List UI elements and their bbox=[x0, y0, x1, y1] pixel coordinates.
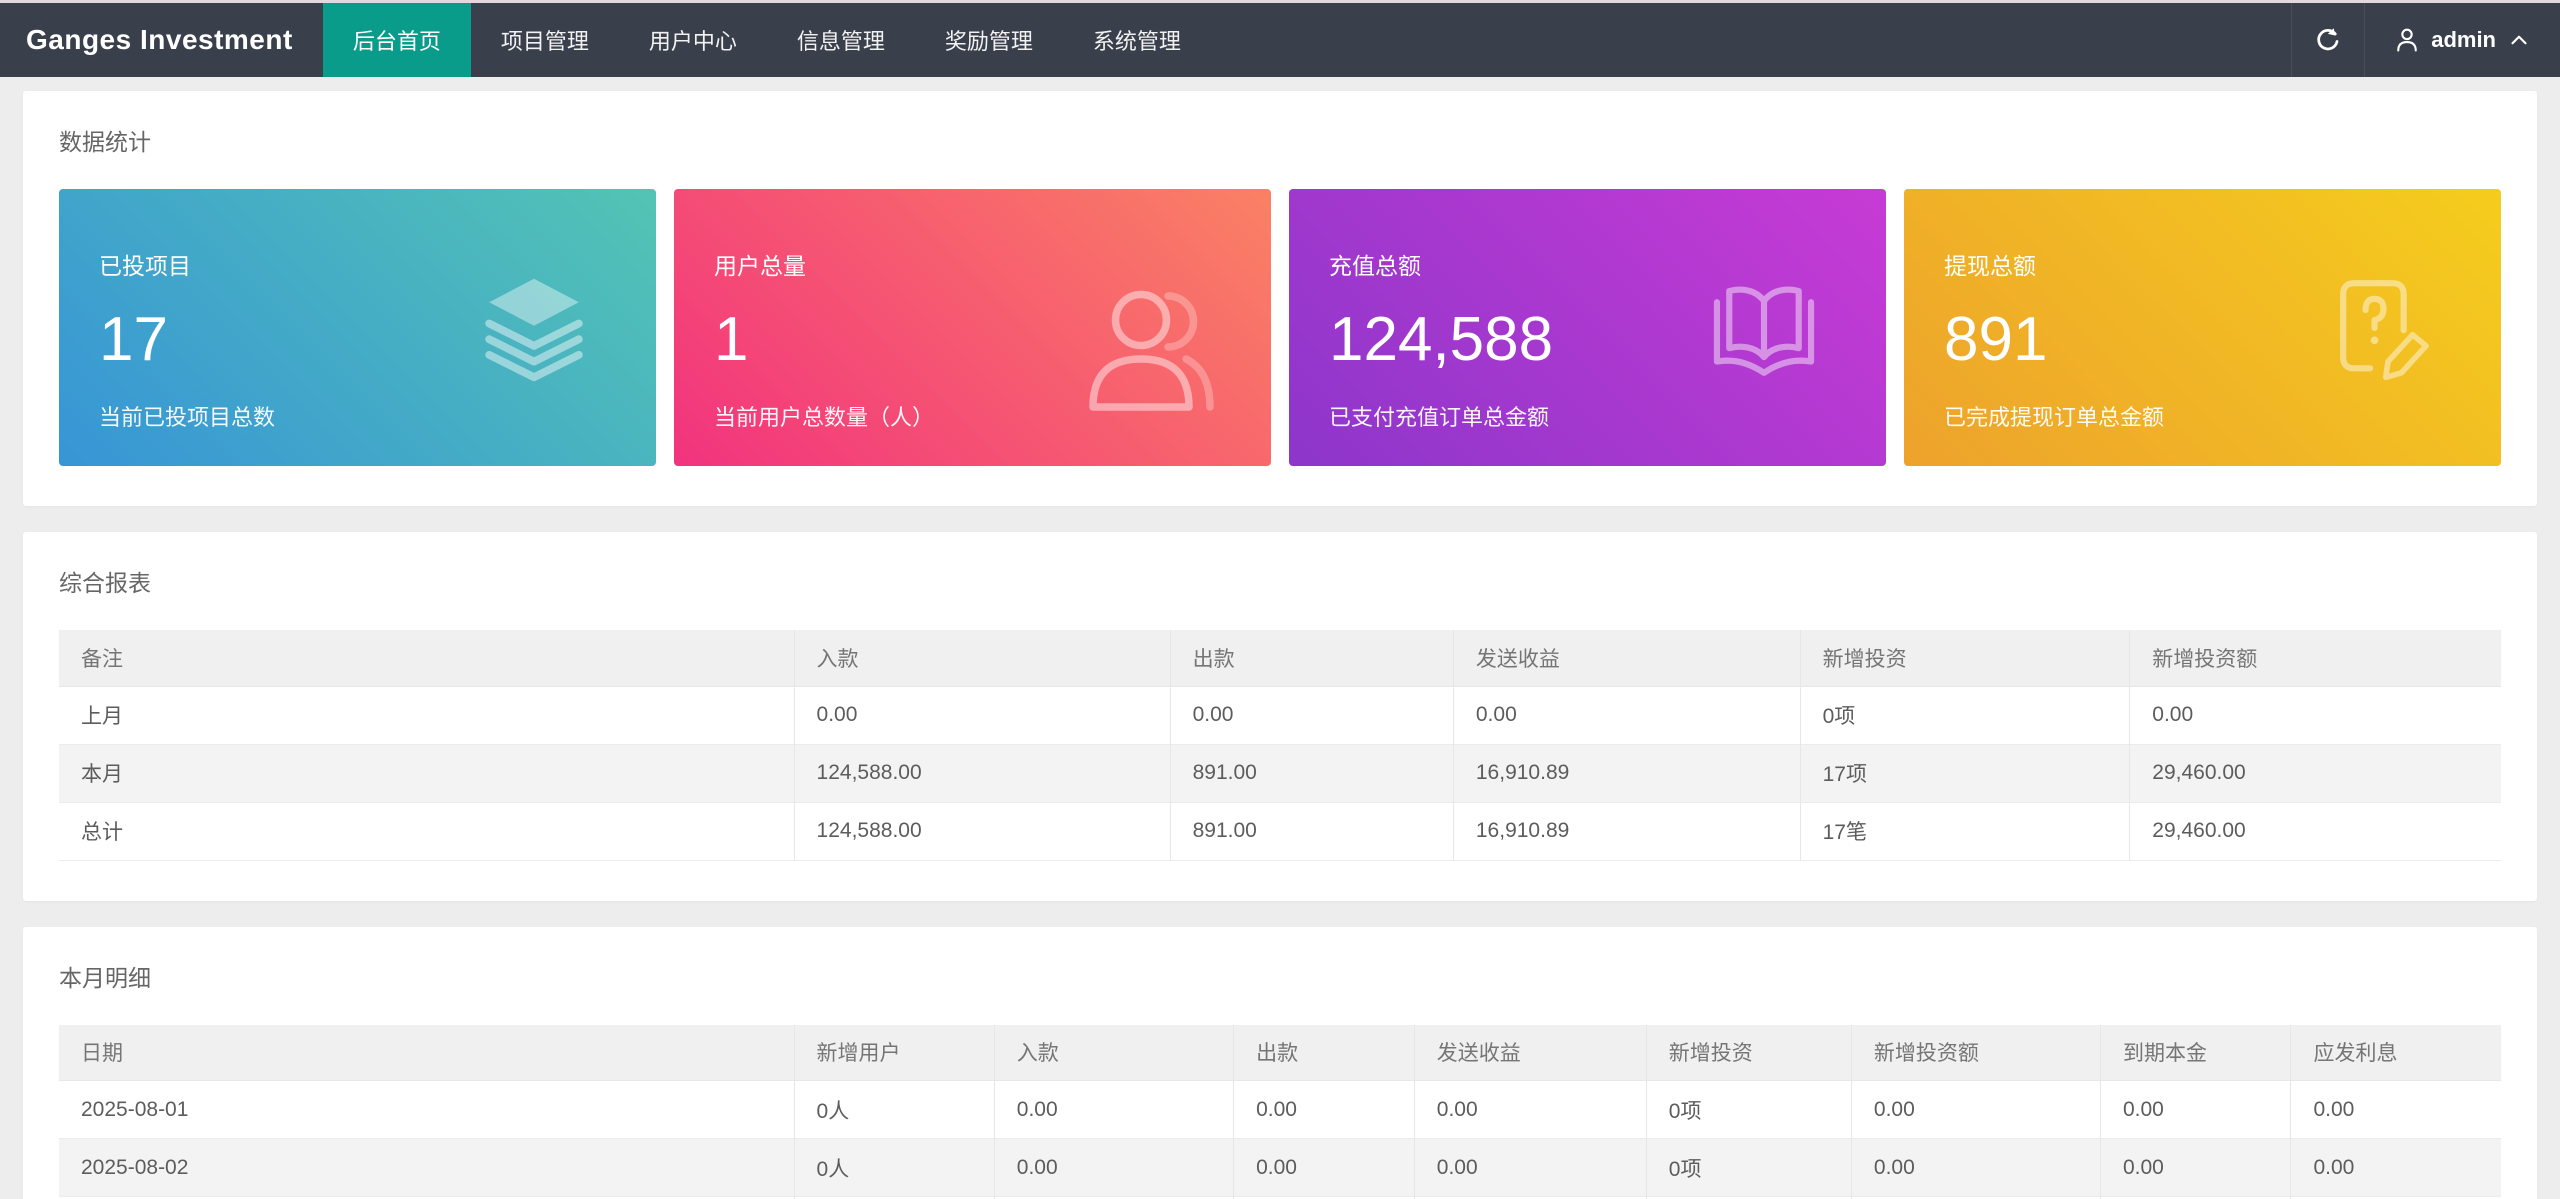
cell: 0.00 bbox=[794, 686, 1171, 744]
brand-logo: Ganges Investment bbox=[26, 24, 293, 55]
nav-tab-users[interactable]: 用户中心 bbox=[619, 3, 767, 77]
layers-icon bbox=[485, 278, 583, 381]
cell: 0.00 bbox=[1851, 1080, 2101, 1139]
cell: 16,910.89 bbox=[1453, 802, 1801, 860]
cell: 0.00 bbox=[1851, 1138, 2101, 1197]
cell: 0.00 bbox=[1414, 1080, 1647, 1139]
nav-tab-system[interactable]: 系统管理 bbox=[1063, 3, 1211, 77]
cell: 2025-08-01 bbox=[59, 1080, 795, 1139]
cell: 0.00 bbox=[1414, 1138, 1647, 1197]
stat-card-total-users: 用户总量 1 当前用户总数量（人） bbox=[674, 189, 1271, 466]
cell: 总计 bbox=[59, 802, 795, 860]
cell: 0.00 bbox=[1233, 1138, 1415, 1197]
nav-right-area: admin bbox=[2291, 3, 2560, 77]
detail-col-profit-sent: 发送收益 bbox=[1414, 1024, 1647, 1081]
detail-section-title: 本月明细 bbox=[59, 964, 151, 991]
stat-card-total-recharge: 充值总额 124,588 已支付充值订单总金额 bbox=[1289, 189, 1886, 466]
cell: 29,460.00 bbox=[2152, 819, 2246, 842]
document-question-pencil-icon bbox=[2340, 279, 2429, 380]
stat-card-desc: 已完成提现订单总金额 bbox=[1944, 405, 2165, 430]
nav-tabs: 后台首页 项目管理 用户中心 信息管理 奖励管理 系统管理 bbox=[322, 3, 1211, 77]
report-row-total: 总计 124,588.00 891.00 16,910.89 17笔 29,46… bbox=[59, 802, 2501, 860]
stat-card-total-withdraw: 提现总额 891 已完成提现订单总金额 bbox=[1904, 189, 2501, 466]
report-col-remark: 备注 bbox=[59, 630, 795, 687]
stats-panel: 数据统计 已投项目 17 当前已投项目总数 用户总量 1 当前用户总数量（人） bbox=[23, 91, 2537, 506]
nav-tab-home[interactable]: 后台首页 bbox=[322, 3, 471, 77]
cell: 0项 bbox=[1800, 686, 2131, 744]
detail-header-row: 日期 新增用户 入款 出款 发送收益 新增投资 新增投资额 到期本金 应发利息 bbox=[59, 1024, 2501, 1081]
report-col-new-invest: 新增投资 bbox=[1800, 630, 2131, 687]
detail-panel: 本月明细 日期 新增用户 入款 出款 发送收益 新增投资 新增投资额 到期本金 … bbox=[23, 926, 2537, 1199]
cell: 0人 bbox=[794, 1138, 995, 1197]
cell: 0.00 bbox=[2100, 1080, 2292, 1139]
detail-col-new-invest: 新增投资 bbox=[1646, 1024, 1852, 1081]
cell: 17项 bbox=[1800, 744, 2131, 802]
cell: 上月 bbox=[59, 686, 795, 744]
detail-col-new-users: 新增用户 bbox=[794, 1024, 995, 1081]
stat-card-desc: 当前用户总数量（人） bbox=[714, 405, 935, 430]
report-row-this-month: 本月 124,588.00 891.00 16,910.89 17项 29,46… bbox=[59, 744, 2501, 802]
user-name: admin bbox=[2431, 27, 2496, 52]
cell: 16,910.89 bbox=[1453, 744, 1801, 802]
cell: 29,460.00 bbox=[2152, 761, 2246, 784]
report-header-row: 备注 入款 出款 发送收益 新增投资 新增投资额 bbox=[59, 630, 2501, 687]
detail-row-0801: 2025-08-01 0人 0.00 0.00 0.00 0项 0.00 0.0… bbox=[59, 1080, 2501, 1139]
nav-tab-rewards[interactable]: 奖励管理 bbox=[915, 3, 1063, 77]
cell: 0.00 bbox=[994, 1080, 1235, 1139]
detail-row-0802: 2025-08-02 0人 0.00 0.00 0.00 0项 0.00 0.0… bbox=[59, 1138, 2501, 1197]
stats-section-title: 数据统计 bbox=[59, 129, 151, 155]
open-book-icon bbox=[1713, 286, 1815, 376]
report-col-withdraw: 出款 bbox=[1170, 630, 1454, 687]
detail-col-withdraw: 出款 bbox=[1233, 1024, 1415, 1081]
cell: 891.00 bbox=[1170, 744, 1454, 802]
cell: 0.00 bbox=[1233, 1080, 1415, 1139]
person-icon bbox=[2397, 28, 2418, 52]
refresh-icon bbox=[2317, 28, 2339, 51]
nav-tab-info[interactable]: 信息管理 bbox=[767, 3, 915, 77]
stat-cards-row: 已投项目 17 当前已投项目总数 用户总量 1 当前用户总数量（人） 充值总额 … bbox=[59, 189, 2501, 466]
report-panel: 综合报表 备注 入款 出款 发送收益 新增投资 新增投资额 上月 0.00 0.… bbox=[23, 532, 2537, 901]
cell: 0.00 bbox=[2152, 703, 2194, 726]
main-content: 数据统计 已投项目 17 当前已投项目总数 用户总量 1 当前用户总数量（人） bbox=[0, 77, 2560, 1199]
cell: 0.00 bbox=[994, 1138, 1235, 1197]
cell: 0.00 bbox=[2313, 1097, 2355, 1121]
cell: 本月 bbox=[59, 744, 795, 802]
cell: 0.00 bbox=[1170, 686, 1454, 744]
cell: 17笔 bbox=[1800, 802, 2131, 860]
report-row-last-month: 上月 0.00 0.00 0.00 0项 0.00 bbox=[59, 686, 2501, 744]
report-section-title: 综合报表 bbox=[59, 570, 151, 596]
report-col-new-invest-amount: 新增投资额 bbox=[2129, 630, 2501, 687]
cell: 891.00 bbox=[1170, 802, 1454, 860]
report-col-deposit: 入款 bbox=[794, 630, 1171, 687]
user-icon bbox=[1089, 290, 1214, 411]
stat-card-invested-projects: 已投项目 17 当前已投项目总数 bbox=[59, 189, 656, 466]
cell: 0.00 bbox=[1453, 686, 1801, 744]
detail-col-interest-payable: 应发利息 bbox=[2290, 1024, 2501, 1081]
cell: 2025-08-02 bbox=[59, 1138, 795, 1197]
detail-col-new-invest-amount: 新增投资额 bbox=[1851, 1024, 2101, 1081]
nav-tab-projects[interactable]: 项目管理 bbox=[471, 3, 619, 77]
cell: 124,588.00 bbox=[794, 802, 1171, 860]
cell: 124,588.00 bbox=[794, 744, 1171, 802]
cell: 0.00 bbox=[2313, 1155, 2355, 1179]
top-navbar: Ganges Investment 后台首页 项目管理 用户中心 信息管理 奖励… bbox=[0, 3, 2560, 77]
detail-col-due-principal: 到期本金 bbox=[2100, 1024, 2292, 1081]
stat-card-desc: 当前已投项目总数 bbox=[99, 405, 276, 430]
chevron-up-icon bbox=[2511, 35, 2527, 45]
detail-col-date: 日期 bbox=[59, 1024, 795, 1081]
user-menu[interactable]: admin bbox=[2365, 3, 2560, 77]
detail-table: 日期 新增用户 入款 出款 发送收益 新增投资 新增投资额 到期本金 应发利息 … bbox=[59, 1024, 2501, 1199]
cell: 0人 bbox=[794, 1080, 995, 1139]
detail-col-deposit: 入款 bbox=[994, 1024, 1235, 1081]
refresh-button[interactable] bbox=[2291, 3, 2366, 77]
report-table: 备注 入款 出款 发送收益 新增投资 新增投资额 上月 0.00 0.00 0.… bbox=[59, 630, 2501, 861]
cell: 0.00 bbox=[2100, 1138, 2292, 1197]
report-col-profit-sent: 发送收益 bbox=[1453, 630, 1801, 687]
cell: 0项 bbox=[1646, 1138, 1852, 1197]
cell: 0项 bbox=[1646, 1080, 1852, 1139]
stat-card-desc: 已支付充值订单总金额 bbox=[1329, 405, 1550, 430]
